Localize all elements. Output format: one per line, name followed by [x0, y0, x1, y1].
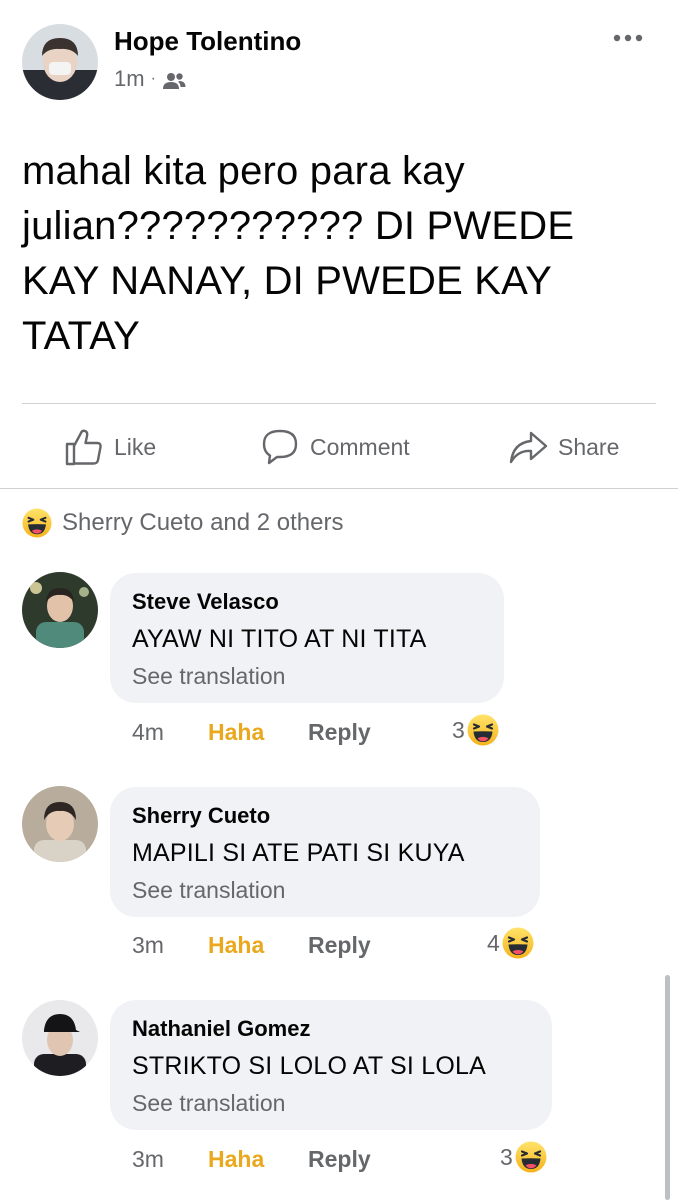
author-avatar[interactable] — [22, 24, 98, 100]
reply-button[interactable]: Reply — [308, 719, 371, 746]
comment-button[interactable]: Comment — [260, 424, 410, 470]
commenter-avatar[interactable] — [22, 786, 98, 862]
like-label: Like — [114, 433, 157, 460]
meta-separator: · — [150, 70, 156, 87]
comment-bubble[interactable]: Steve Velasco AYAW NI TITO AT NI TITA Se… — [110, 573, 504, 703]
haha-reaction-button[interactable]: Haha — [208, 1146, 308, 1173]
comment-time[interactable]: 3m — [132, 1146, 208, 1173]
thumbs-up-icon — [65, 429, 102, 466]
comment-time[interactable]: 4m — [132, 719, 208, 746]
see-translation-link[interactable]: See translation — [132, 661, 482, 691]
reaction-summary[interactable]: Sherry Cueto and 2 others — [22, 508, 344, 538]
comment-label: Comment — [310, 433, 410, 460]
share-label: Share — [558, 433, 620, 460]
comment-reaction-count[interactable]: 3 — [452, 713, 499, 747]
reaction-count: 3 — [500, 1143, 513, 1170]
commenter-avatar[interactable] — [22, 572, 98, 648]
action-divider-top — [22, 403, 656, 404]
commenter-name[interactable]: Steve Velasco — [132, 589, 482, 615]
haha-icon — [467, 714, 499, 746]
comment-reaction-count[interactable]: 4 — [487, 926, 534, 960]
haha-icon — [502, 927, 534, 959]
commenter-name[interactable]: Sherry Cueto — [132, 803, 518, 829]
comment-time[interactable]: 3m — [132, 932, 208, 959]
comment-actions: 4m Haha Reply — [132, 717, 371, 747]
comment-bubble[interactable]: Sherry Cueto MAPILI SI ATE PATI SI KUYA … — [110, 787, 540, 917]
author-name[interactable]: Hope Tolentino — [114, 26, 301, 57]
action-divider-bottom — [0, 488, 678, 489]
haha-reaction-button[interactable]: Haha — [208, 719, 308, 746]
post-time[interactable]: 1m — [114, 66, 145, 92]
reaction-summary-text: Sherry Cueto and 2 others — [62, 509, 344, 536]
haha-icon — [515, 1141, 547, 1173]
haha-reaction-button[interactable]: Haha — [208, 932, 308, 959]
comment-bubble[interactable]: Nathaniel Gomez STRIKTO SI LOLO AT SI LO… — [110, 1000, 552, 1130]
friends-icon[interactable] — [162, 70, 186, 89]
comment-actions: 3m Haha Reply — [132, 930, 371, 960]
comment-actions: 3m Haha Reply — [132, 1144, 371, 1174]
comment-text: AYAW NI TITO AT NI TITA — [132, 625, 427, 653]
commenter-name[interactable]: Nathaniel Gomez — [132, 1016, 530, 1042]
post-meta: 1m · — [114, 66, 186, 92]
post-text: mahal kita pero para kay julian?????????… — [22, 149, 575, 358]
more-options-icon[interactable] — [612, 30, 644, 46]
share-button[interactable]: Share — [508, 424, 619, 470]
reply-button[interactable]: Reply — [308, 932, 371, 959]
comment-reaction-count[interactable]: 3 — [500, 1140, 547, 1174]
scrollbar[interactable] — [665, 975, 670, 1200]
comment-text: MAPILI SI ATE PATI SI KUYA — [132, 839, 465, 867]
comment-text: STRIKTO SI LOLO AT SI LOLA — [132, 1052, 486, 1080]
haha-icon — [22, 508, 52, 538]
reaction-count: 4 — [487, 929, 500, 956]
like-button[interactable]: Like — [64, 424, 156, 470]
reaction-count: 3 — [452, 716, 465, 743]
share-icon — [509, 431, 548, 464]
see-translation-link[interactable]: See translation — [132, 875, 518, 905]
see-translation-link[interactable]: See translation — [132, 1088, 530, 1118]
reply-button[interactable]: Reply — [308, 1146, 371, 1173]
commenter-avatar[interactable] — [22, 1000, 98, 1076]
comment-icon — [262, 429, 298, 465]
